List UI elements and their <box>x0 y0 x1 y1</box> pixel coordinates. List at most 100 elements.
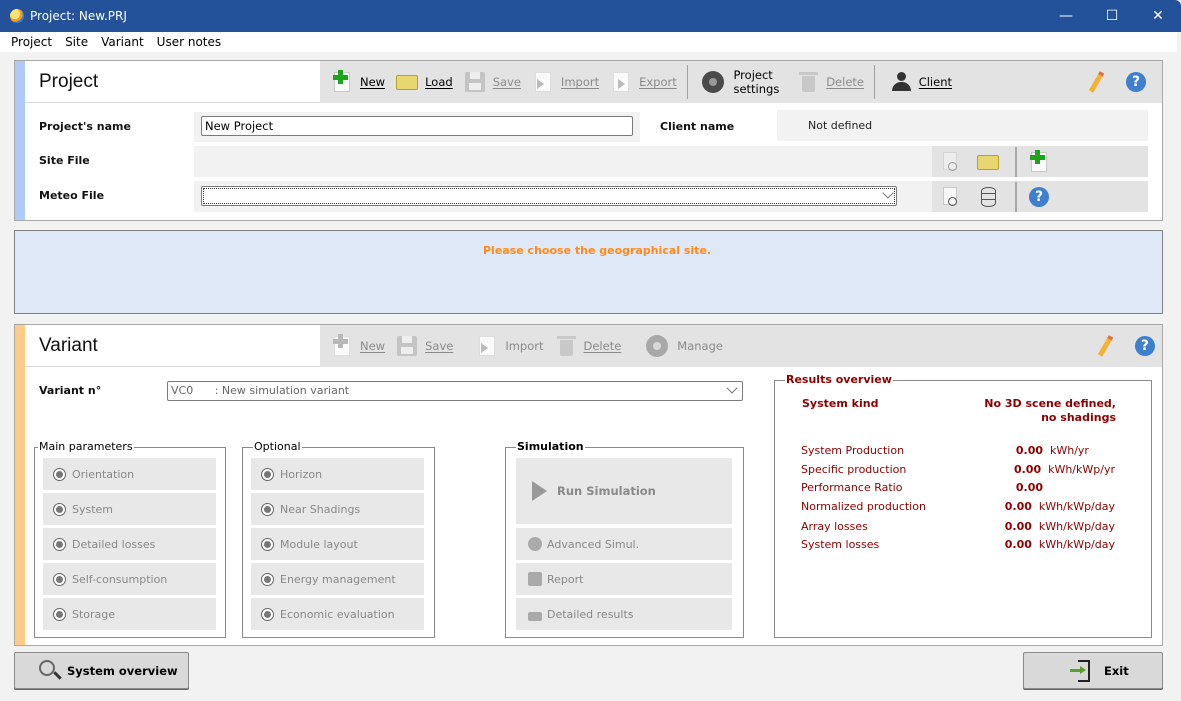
meteo-file-label: Meteo File <box>39 189 105 202</box>
variant-header: Variant New Save Import Delete Manage ? <box>25 325 1162 367</box>
project-help-button[interactable]: ? <box>1124 70 1148 94</box>
site-file-buttons <box>932 146 1148 177</box>
variant-help-button[interactable]: ? <box>1133 334 1157 358</box>
new-site-icon[interactable] <box>1027 149 1051 174</box>
minimize-button[interactable]: — <box>1043 0 1089 32</box>
economic-evaluation-button[interactable]: Economic evaluation <box>251 598 424 630</box>
exit-icon <box>1070 659 1094 683</box>
menu-bar: Project Site Variant User notes <box>0 32 1177 52</box>
results-overview-legend: Results overview <box>785 373 893 387</box>
system-button[interactable]: System <box>43 493 216 525</box>
preview-meteo-icon[interactable] <box>938 185 962 209</box>
variant-accent-bar <box>15 325 25 645</box>
project-toolbar: New Load Save Import Export Project sett… <box>320 61 1162 103</box>
project-accent-bar <box>15 61 25 220</box>
app-icon <box>10 9 24 23</box>
radio-icon <box>53 537 66 551</box>
toolbar-separator <box>874 65 875 99</box>
detailed-losses-button[interactable]: Detailed losses <box>43 528 216 560</box>
result-row-system-losses: System losses 0.00 kWh/kWp/day <box>801 538 1115 551</box>
project-load-button[interactable]: Load <box>395 70 453 94</box>
chevron-down-icon <box>726 382 738 394</box>
energy-management-button[interactable]: Energy management <box>251 563 424 595</box>
variant-description: : New simulation variant <box>214 384 350 397</box>
trash-icon <box>796 70 820 94</box>
project-new-button[interactable]: New <box>330 70 385 94</box>
database-icon[interactable] <box>976 185 1000 209</box>
module-layout-button[interactable]: Module layout <box>251 528 424 560</box>
storage-button[interactable]: Storage <box>43 598 216 630</box>
open-folder-icon[interactable] <box>976 150 1000 174</box>
menu-variant[interactable]: Variant <box>95 35 151 49</box>
variant-edit-button[interactable] <box>1093 334 1117 358</box>
variant-number-label: Variant n° <box>39 384 102 397</box>
radio-icon <box>53 467 66 481</box>
variant-delete-button[interactable]: Delete <box>554 334 621 358</box>
optional-group: Optional Horizon Near Shadings Module la… <box>242 440 435 638</box>
radio-icon <box>53 572 66 586</box>
project-section: Project New Load Save Import Export Proj… <box>14 60 1163 221</box>
project-save-button[interactable]: Save <box>463 70 521 94</box>
gear-icon <box>701 70 725 94</box>
project-import-button[interactable]: Import <box>531 70 599 94</box>
near-shadings-button[interactable]: Near Shadings <box>251 493 424 525</box>
maximize-button[interactable]: ☐ <box>1089 0 1135 32</box>
client-name-value: Not defined <box>808 119 873 132</box>
report-button[interactable]: Report <box>516 563 732 595</box>
window-title: Project: New.PRJ <box>30 9 127 23</box>
project-settings-button[interactable]: Project settings <box>701 68 786 96</box>
gear-icon <box>528 537 542 551</box>
menu-project[interactable]: Project <box>0 35 59 49</box>
orientation-button[interactable]: Orientation <box>43 458 216 490</box>
save-icon <box>395 334 419 358</box>
system-overview-button[interactable]: System overview <box>14 652 189 689</box>
simulation-legend: Simulation <box>516 440 585 454</box>
title-bar: Project: New.PRJ — ☐ ✕ <box>0 0 1181 32</box>
close-button[interactable]: ✕ <box>1135 0 1181 32</box>
variant-manage-button[interactable]: Manage <box>645 334 723 358</box>
self-consumption-button[interactable]: Self-consumption <box>43 563 216 595</box>
client-name-field: Not defined <box>777 110 1148 141</box>
client-name-label: Client name <box>660 120 735 133</box>
variant-import-button[interactable]: Import <box>475 334 544 358</box>
project-delete-button[interactable]: Delete <box>796 70 864 94</box>
results-overview-group: Results overview System kind No 3D scene… <box>774 373 1152 638</box>
simulation-group: Simulation Run Simulation Advanced Simul… <box>505 440 744 638</box>
trash-icon <box>554 334 578 358</box>
advanced-simulation-button[interactable]: Advanced Simul. <box>516 528 732 560</box>
chart-icon <box>528 611 542 621</box>
run-simulation-button[interactable]: Run Simulation <box>516 458 732 524</box>
project-name-input[interactable]: New Project <box>201 116 633 136</box>
person-icon <box>889 70 913 94</box>
variant-new-button[interactable]: New <box>330 334 385 358</box>
gear-icon <box>645 334 669 358</box>
horizon-button[interactable]: Horizon <box>251 458 424 490</box>
variant-code: VC0 <box>171 384 194 397</box>
result-row-performance-ratio: Performance Ratio 0.00 <box>801 481 1043 494</box>
result-row-normalized-production: Normalized production 0.00 kWh/kWp/day <box>801 500 1115 513</box>
menu-site[interactable]: Site <box>59 35 95 49</box>
project-edit-button[interactable] <box>1084 70 1108 94</box>
result-row-array-losses: Array losses 0.00 kWh/kWp/day <box>801 520 1115 533</box>
report-icon <box>528 572 542 586</box>
project-export-button[interactable]: Export <box>609 70 677 94</box>
meteo-file-buttons: ? <box>932 181 1148 212</box>
exit-button[interactable]: Exit <box>1023 652 1163 689</box>
pencil-icon <box>1093 334 1117 358</box>
variant-title: Variant <box>39 335 98 356</box>
help-icon[interactable]: ? <box>1027 185 1051 209</box>
import-icon <box>475 334 499 358</box>
toolbar-separator <box>686 65 688 99</box>
site-file-field[interactable] <box>194 146 932 177</box>
variant-select[interactable]: VC0 : New simulation variant <box>167 381 743 401</box>
menu-user-notes[interactable]: User notes <box>151 35 228 49</box>
variant-save-button[interactable]: Save <box>395 334 453 358</box>
pencil-icon <box>1084 70 1108 94</box>
detailed-results-button[interactable]: Detailed results <box>516 598 732 630</box>
optional-legend: Optional <box>253 440 302 454</box>
preview-file-icon[interactable] <box>938 150 962 174</box>
client-button[interactable]: Client <box>889 70 952 94</box>
new-file-icon <box>330 334 354 358</box>
new-file-icon <box>330 70 354 94</box>
meteo-file-select[interactable] <box>201 186 897 206</box>
